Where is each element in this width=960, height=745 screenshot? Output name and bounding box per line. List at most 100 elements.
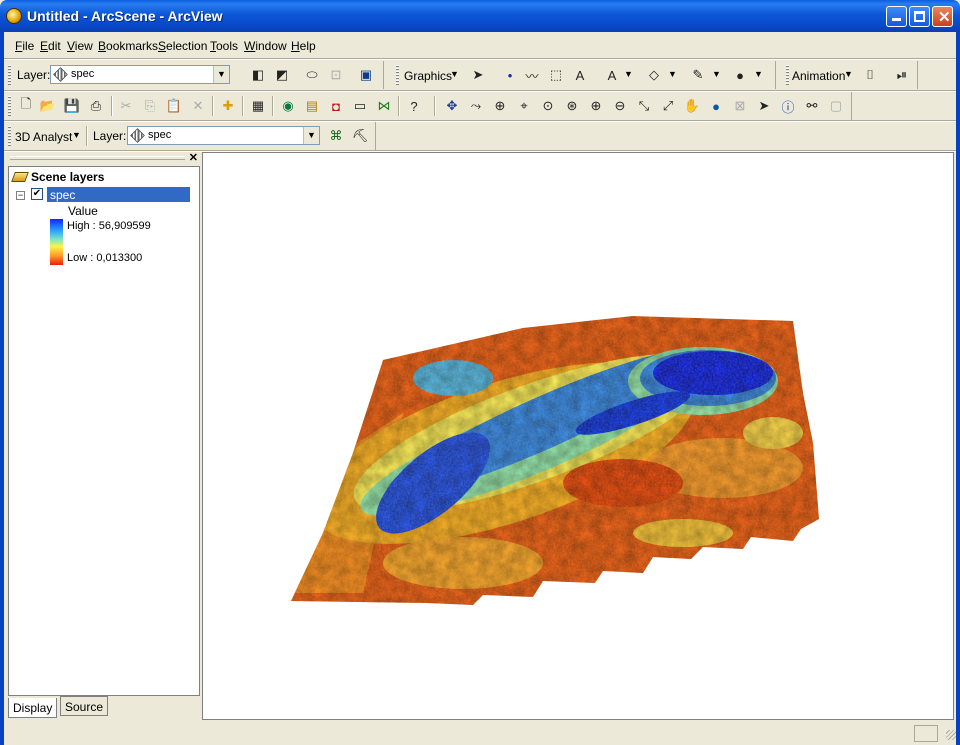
zoom-in-icon[interactable]: ⊕ [586,96,606,116]
layers-icon[interactable]: ▣ [356,65,376,85]
menu-selection[interactable]: Selection [158,39,207,53]
menu-help[interactable]: Help [291,39,316,53]
toolbox-icon[interactable]: ◘ [326,96,346,116]
chevron-down-icon[interactable]: ▼ [668,69,677,79]
fill-color-icon[interactable]: ◇ [644,65,664,85]
line-color-icon[interactable]: ✎ [688,65,708,85]
chevron-down-icon[interactable]: ▼ [754,69,763,79]
calculator-icon[interactable]: ▦ [248,96,268,116]
toolbar-grip[interactable] [786,65,789,85]
collapse-icon[interactable]: − [16,191,25,200]
point-icon[interactable]: • [500,65,520,85]
animation-toolbar: Animation ▼ ⌷ ⏯ [782,61,918,89]
scene-layers-label[interactable]: Scene layers [31,170,104,184]
print-icon[interactable]: ⎙ [86,96,106,116]
chevron-down-icon[interactable]: ▼ [624,69,633,79]
text-icon[interactable]: A [570,65,590,85]
narrow-fov-icon[interactable]: ⤡ [634,96,654,116]
3d-layer-dropdown[interactable]: spec ▼ [127,126,320,145]
center-target-icon[interactable]: ⌖ [514,96,534,116]
resize-grip[interactable] [946,730,956,740]
menu-file[interactable]: File [15,39,34,53]
cut-icon[interactable]: ✂ [116,96,136,116]
save-icon[interactable]: 💾 [62,96,82,116]
expand-fov-icon[interactable]: ⤢ [658,96,678,116]
pan-hand-icon[interactable]: ✋ [682,96,702,116]
contour-icon[interactable]: ⌘ [326,126,346,146]
selected-layer-row[interactable]: spec [47,187,190,202]
menu-separator [4,58,956,60]
line-icon[interactable]: 〰 [522,65,542,85]
select-features-icon[interactable]: ➤ [754,96,774,116]
copy-icon[interactable]: ⎘ [140,96,160,116]
tab-source[interactable]: Source [60,696,109,716]
legend-low-label: Low : 0,013300 [67,252,143,264]
scene-view[interactable] [202,152,954,720]
set-observer-icon[interactable]: ⊛ [562,96,582,116]
model-builder-icon[interactable]: ⋈ [374,96,394,116]
zoom-out-icon[interactable]: ⊖ [610,96,630,116]
navigate-icon[interactable]: ✥ [442,96,462,116]
chevron-down-icon[interactable]: ▼ [450,69,459,79]
menu-window[interactable]: Window [244,39,287,53]
chevron-down-icon[interactable]: ▼ [844,69,853,79]
select-arrow-icon[interactable]: ➤ [468,65,488,85]
toolbar-grip[interactable] [396,65,399,85]
zoom-in-out-icon[interactable]: ⊕ [490,96,510,116]
toc-grip[interactable] [10,156,185,160]
marker-color-icon[interactable]: ● [730,65,750,85]
layer-properties-icon[interactable]: ◧ [248,65,268,85]
chevron-down-icon[interactable]: ▼ [213,66,229,83]
menu-tools[interactable]: Tools [210,39,238,53]
full-extent-icon[interactable]: ● [706,96,726,116]
new-document-icon[interactable]: 🗋 [16,96,36,116]
identify-icon[interactable]: ⓘ [778,96,798,116]
stop-icon[interactable]: ⊠ [730,96,750,116]
chevron-down-icon[interactable]: ▼ [72,130,81,140]
layer-extent-icon[interactable]: ◩ [272,65,292,85]
polygon-icon[interactable]: ⬚ [546,65,566,85]
delete-icon[interactable]: ✕ [188,96,208,116]
profile-graph-icon[interactable]: ⛏ [350,126,370,146]
font-color-icon[interactable]: A [602,65,622,85]
3d-analyst-menu[interactable]: 3D Analyst [15,130,72,144]
toolbar-grip[interactable] [8,126,11,146]
open-folder-icon[interactable]: 📂 [38,96,58,116]
catalog-icon[interactable]: ▤ [302,96,322,116]
menu-edit[interactable]: Edit [40,39,61,53]
toolbar-divider [212,96,214,116]
find-binoculars-icon[interactable]: ⚯ [802,96,822,116]
layer-dropdown-value: spec [71,68,95,80]
toolbar-divider [242,96,244,116]
chevron-down-icon[interactable]: ▼ [303,127,319,144]
toolbar-grip[interactable] [8,65,11,85]
graphics-menu[interactable]: Graphics [404,69,452,83]
whats-this-icon[interactable]: ? [404,96,424,116]
layer-dropdown[interactable]: spec ▼ [50,65,230,84]
disabled-tool-icon[interactable]: ⊡ [326,65,346,85]
menu-view[interactable]: View [67,39,93,53]
html-popup-icon[interactable]: ▢ [826,96,846,116]
arcscene-app-icon[interactable] [6,8,22,24]
maximize-button[interactable] [909,6,930,27]
globe-search-icon[interactable]: ◉ [278,96,298,116]
zoom-to-target-icon[interactable]: ⊙ [538,96,558,116]
camera-icon[interactable]: ⌷ [860,65,880,85]
tab-display[interactable]: Display [8,698,58,718]
graphics-toolbar: Graphics ▼ ➤ • 〰 ⬚ A A ▼ ◇ ▼ ✎ ▼ ● ▼ [392,61,776,89]
animation-controls-icon[interactable]: ⏯ [892,65,912,85]
toolbar-grip[interactable] [8,96,11,116]
layer-name: spec [50,188,76,202]
fly-icon[interactable]: ⤳ [466,96,486,116]
close-button[interactable]: ✕ [932,6,953,27]
shape-icon[interactable]: ⬭ [302,65,322,85]
chevron-down-icon[interactable]: ▼ [712,69,721,79]
add-data-icon[interactable]: ✚ [218,96,238,116]
animation-menu[interactable]: Animation [792,69,845,83]
paste-icon[interactable]: 📋 [164,96,184,116]
layer-visibility-checkbox[interactable]: ✔ [31,188,43,200]
menu-bookmarks[interactable]: Bookmarks [98,39,158,53]
minimize-button[interactable] [886,6,907,27]
toc-close-icon[interactable]: ✕ [189,151,198,164]
command-window-icon[interactable]: ▭ [350,96,370,116]
